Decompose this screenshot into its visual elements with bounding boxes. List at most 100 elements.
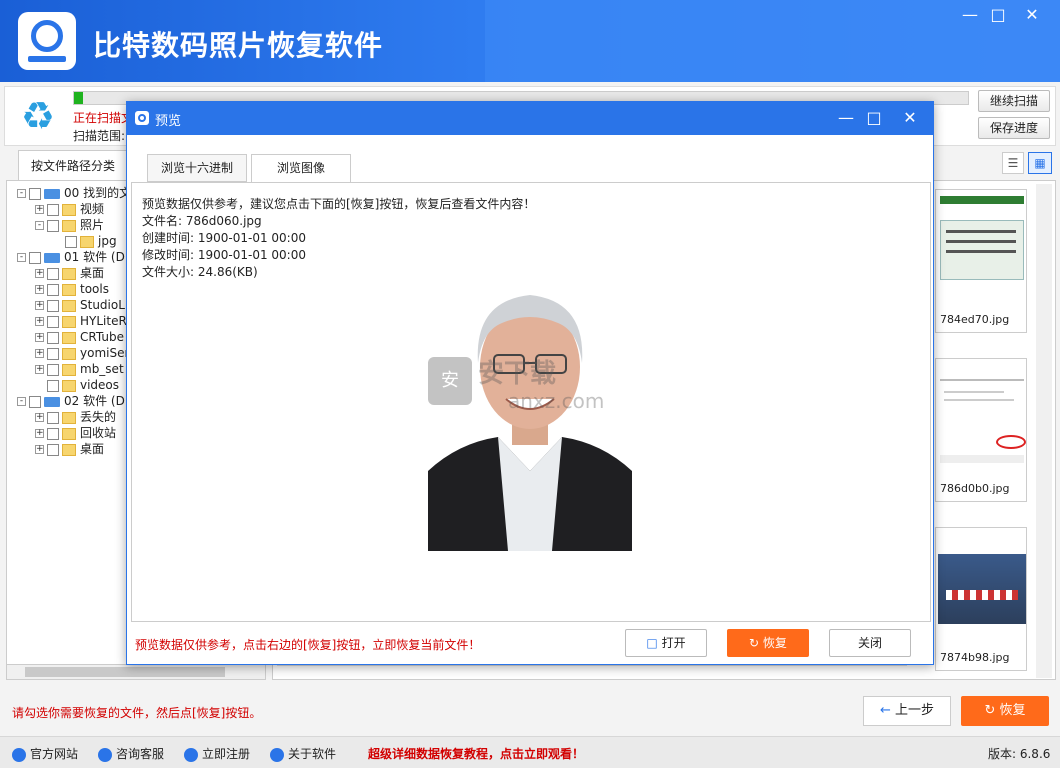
dialog-minimize-icon[interactable]: —: [833, 106, 859, 130]
expand-toggle-icon[interactable]: +: [35, 413, 44, 422]
tree-horizontal-scrollbar[interactable]: [6, 664, 266, 680]
tree-checkbox[interactable]: [47, 283, 59, 296]
tree-node[interactable]: - 02 软件 (D:: [17, 393, 129, 409]
file-icon: □: [646, 636, 662, 650]
tree-checkbox[interactable]: [47, 347, 59, 360]
tree-node[interactable]: + 桌面: [35, 265, 104, 281]
tree-node[interactable]: + HYLiteR: [35, 313, 127, 329]
maximize-icon[interactable]: □: [984, 4, 1012, 26]
tree-node[interactable]: + mb_set: [35, 361, 124, 377]
tree-node[interactable]: - 照片: [35, 217, 104, 233]
expand-toggle-icon[interactable]: +: [35, 285, 44, 294]
tree-node[interactable]: + yomiSer: [35, 345, 129, 361]
expand-toggle-icon[interactable]: -: [35, 221, 44, 230]
scan-range-label: 扫描范围:: [73, 129, 126, 143]
tree-checkbox[interactable]: [47, 363, 59, 376]
tree-checkbox[interactable]: [47, 411, 59, 424]
close-icon[interactable]: ✕: [1018, 4, 1046, 26]
footer-link-website[interactable]: 官方网站: [12, 745, 78, 762]
thumbnail-card[interactable]: 784ed70.jpg: [935, 189, 1027, 333]
footer-link-about[interactable]: 关于软件: [270, 745, 336, 762]
previous-step-button[interactable]: ← 上一步: [863, 696, 951, 726]
app-title: 比特数码照片恢复软件: [93, 29, 384, 62]
expand-toggle-icon[interactable]: +: [35, 429, 44, 438]
footer-link-register[interactable]: 立即注册: [184, 745, 250, 762]
bottom-hint: 请勾选你需要恢复的文件，然后点[恢复]按钮。: [12, 706, 262, 720]
tree-checkbox[interactable]: [47, 379, 59, 392]
tree-node[interactable]: + tools: [35, 281, 109, 297]
tree-node[interactable]: + 回收站: [35, 425, 116, 441]
footer-link-label: 立即注册: [202, 747, 251, 761]
dialog-title-bar[interactable]: 预览 — □ ✕: [127, 102, 933, 135]
expand-toggle-icon[interactable]: +: [35, 301, 44, 310]
dialog-recover-label: 恢复: [762, 636, 787, 650]
folder-icon: [62, 315, 76, 328]
refresh-icon: ↻: [749, 636, 763, 650]
expand-toggle-icon[interactable]: +: [35, 365, 44, 374]
footer-promo-link[interactable]: 超级详细数据恢复教程，点击立即观看！: [368, 745, 584, 762]
expand-toggle-icon[interactable]: +: [35, 205, 44, 214]
grid-view-icon[interactable]: ▦: [1028, 152, 1052, 174]
tree-node[interactable]: videos: [35, 377, 119, 393]
expand-toggle-icon[interactable]: -: [17, 253, 26, 262]
grid-vertical-scrollbar[interactable]: [1036, 184, 1052, 678]
tree-checkbox[interactable]: [47, 443, 59, 456]
save-progress-button[interactable]: 保存进度: [978, 117, 1050, 139]
tab-by-path[interactable]: 按文件路径分类: [18, 150, 128, 180]
thumbnail-card[interactable]: 786d0b0.jpg: [935, 358, 1027, 502]
file-name: 文件名: 786d060.jpg: [142, 214, 262, 228]
tree-node-label: yomiSer: [80, 346, 130, 360]
info-icon: [270, 747, 284, 762]
tree-node[interactable]: - 01 软件 (D:: [17, 249, 129, 265]
arrow-left-icon: ←: [879, 703, 895, 718]
dialog-close-icon[interactable]: ✕: [897, 106, 923, 130]
list-view-icon[interactable]: ☰: [1002, 152, 1024, 174]
tree-node[interactable]: jpg: [53, 233, 117, 249]
tree-checkbox[interactable]: [47, 267, 59, 280]
tree-node-label: 丢失的: [80, 410, 117, 424]
watermark: 安 安下载 anxz.com: [428, 353, 638, 423]
tree-checkbox[interactable]: [47, 219, 59, 232]
tree-node-label: 02 软件 (D:: [64, 394, 129, 408]
recover-button[interactable]: ↻ 恢复: [961, 696, 1049, 726]
continue-scan-button[interactable]: 继续扫描: [978, 90, 1050, 112]
thumbnail-card[interactable]: 7874b98.jpg: [935, 527, 1027, 671]
tree-checkbox[interactable]: [29, 251, 41, 264]
tree-node[interactable]: + 桌面: [35, 441, 104, 457]
tree-checkbox[interactable]: [29, 187, 41, 200]
tab-hex-view[interactable]: 浏览十六进制: [147, 154, 247, 182]
tree-checkbox[interactable]: [47, 315, 59, 328]
expand-toggle-icon[interactable]: +: [35, 349, 44, 358]
tree-checkbox[interactable]: [29, 395, 41, 408]
tree-checkbox[interactable]: [47, 203, 59, 216]
preview-panel: 预览数据仅供参考，建议您点击下面的[恢复]按钮，恢复后查看文件内容！ 文件名: …: [131, 182, 931, 622]
tree-node[interactable]: + CRTube: [35, 329, 124, 345]
expand-toggle-icon[interactable]: +: [35, 333, 44, 342]
dialog-title: 预览: [155, 114, 182, 129]
tree-node[interactable]: - 00 找到的文: [17, 185, 131, 201]
tree-checkbox[interactable]: [47, 427, 59, 440]
tree-checkbox[interactable]: [65, 235, 77, 248]
tree-node-label: 01 软件 (D:: [64, 250, 129, 264]
thumbnail-image: [936, 528, 1026, 646]
dialog-recover-button[interactable]: ↻ 恢复: [727, 629, 809, 657]
tree-node-label: videos: [80, 378, 120, 392]
tree-checkbox[interactable]: [47, 331, 59, 344]
footer-link-support[interactable]: 咨询客服: [98, 745, 164, 762]
tree-node[interactable]: + 视频: [35, 201, 104, 217]
expand-toggle-icon[interactable]: -: [17, 189, 26, 198]
expand-toggle-icon[interactable]: +: [35, 269, 44, 278]
open-button[interactable]: □ 打开: [625, 629, 707, 657]
dialog-close-button[interactable]: 关闭: [829, 629, 911, 657]
tab-image-view[interactable]: 浏览图像: [251, 154, 351, 183]
tree-node[interactable]: + 丢失的: [35, 409, 116, 425]
tree-node[interactable]: + StudioLi: [35, 297, 128, 313]
expand-toggle-icon[interactable]: -: [17, 397, 26, 406]
dialog-maximize-icon[interactable]: □: [861, 106, 887, 130]
drive-icon: [44, 396, 60, 407]
expand-toggle-icon[interactable]: +: [35, 317, 44, 326]
minimize-icon[interactable]: —: [956, 4, 984, 26]
expand-toggle-icon[interactable]: +: [35, 445, 44, 454]
tree-node-label: StudioLi: [80, 298, 129, 312]
tree-checkbox[interactable]: [47, 299, 59, 312]
